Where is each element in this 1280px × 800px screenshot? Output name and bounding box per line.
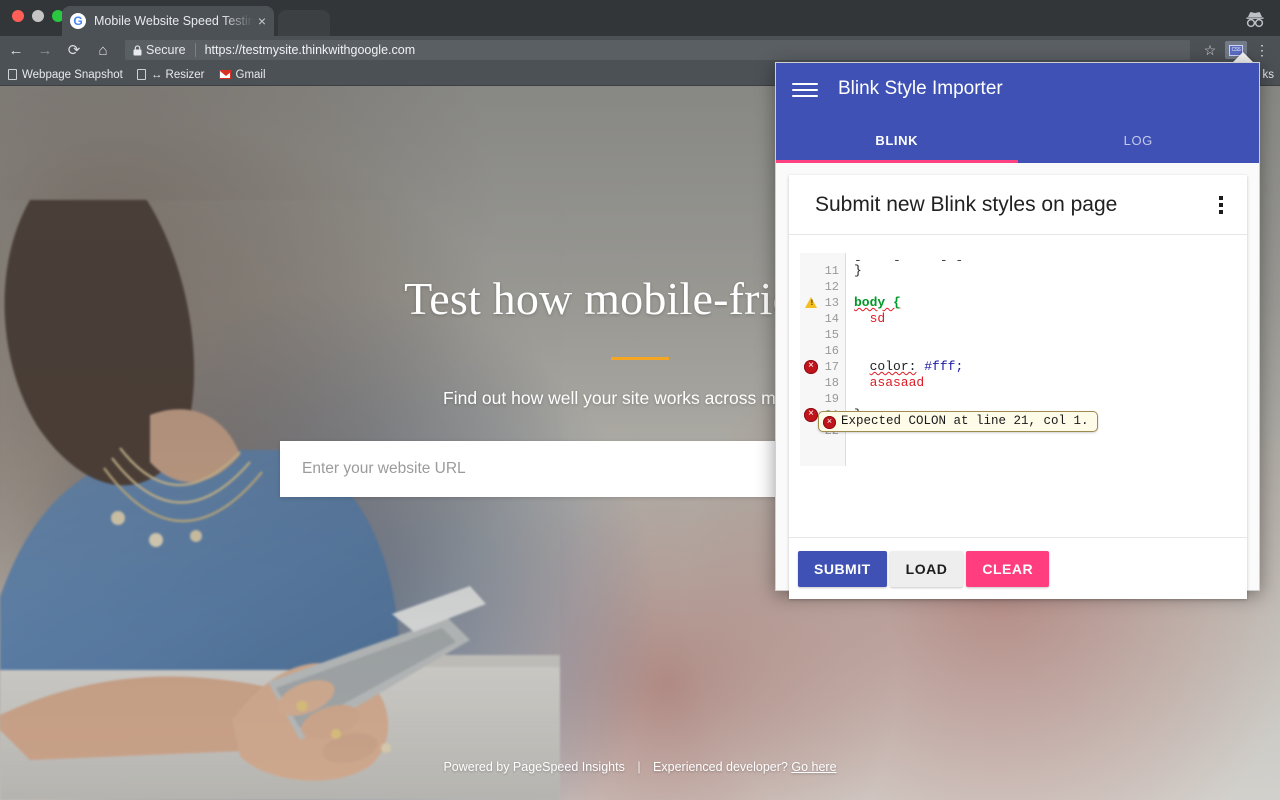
close-icon[interactable]: × (258, 14, 266, 28)
code-content (846, 327, 1236, 343)
css-property: color: (869, 359, 917, 374)
line-number: 14 (824, 312, 839, 326)
footer-separator: | (637, 760, 641, 774)
line-number: 13 (824, 296, 839, 310)
reload-button[interactable]: ⟳ (61, 37, 87, 63)
document-icon (8, 69, 17, 80)
extension-popup: Blink Style Importer BLINK LOG Submit ne… (775, 62, 1260, 599)
url-text: https://testmysite.thinkwithgoogle.com (204, 43, 416, 57)
line-number: 11 (824, 264, 839, 278)
code-content: body { (854, 295, 901, 310)
bookmark-label: Gmail (235, 68, 266, 81)
tab-strip: G Mobile Website Speed Testing × (0, 0, 1280, 36)
line-number: 16 (824, 344, 839, 358)
google-g-icon: G (70, 13, 86, 29)
code-line: × 17 color: #fff; (800, 359, 1236, 375)
minimize-window-button[interactable] (32, 10, 44, 22)
bookmark-label: ↔ Resizer (150, 68, 205, 81)
code-content (846, 343, 1236, 359)
bookmark-item[interactable]: Webpage Snapshot (8, 69, 123, 81)
browser-window: G Mobile Website Speed Testing × ← → ⟳ ⌂ (0, 0, 1280, 800)
hamburger-icon[interactable] (792, 80, 818, 100)
code-content: color: #fff; (846, 359, 1236, 375)
code-line: 18 asasaad (800, 375, 1236, 391)
go-here-link[interactable]: Go here (791, 760, 836, 774)
line-number (800, 253, 846, 263)
home-button[interactable]: ⌂ (90, 37, 116, 63)
load-button[interactable]: LOAD (889, 550, 964, 587)
powered-by-label: Powered by PageSpeed Insights (443, 760, 625, 774)
css-value: #fff; (924, 359, 964, 374)
line-number: 18 (824, 376, 839, 390)
code-content: sd (854, 311, 886, 326)
tab-blink[interactable]: BLINK (776, 117, 1018, 163)
browser-toolbar: ← → ⟳ ⌂ Secure https://testmysite.thinkw… (0, 36, 1280, 64)
code-line: 13 body { (800, 295, 1236, 311)
gmail-icon (218, 70, 232, 79)
code-line: 11 } (800, 263, 1236, 279)
line-number: 19 (824, 392, 839, 406)
card-title: Submit new Blink styles on page (815, 192, 1118, 216)
code-content: asasaad (854, 375, 925, 390)
bookmarks-overflow-label[interactable]: ks (1263, 69, 1275, 81)
code-line: 12 (800, 279, 1236, 295)
bookmark-item[interactable]: Gmail (218, 68, 266, 81)
code-content (846, 391, 1236, 407)
card-action-bar: SUBMIT LOAD CLEAR (789, 537, 1247, 599)
window-controls (12, 10, 64, 22)
secure-label: Secure (146, 43, 186, 57)
code-content: - - - - (854, 253, 964, 263)
developer-prompt-label: Experienced developer? (653, 760, 788, 774)
code-content: } (854, 263, 862, 278)
error-tooltip: × Expected COLON at line 21, col 1. (818, 411, 1098, 432)
close-window-button[interactable] (12, 10, 24, 22)
clear-button[interactable]: CLEAR (966, 550, 1050, 587)
bookmark-label: Webpage Snapshot (22, 68, 123, 81)
code-line: 19 (800, 391, 1236, 407)
new-tab-button[interactable] (278, 10, 330, 36)
line-number: 12 (824, 280, 839, 294)
bookmark-star-icon[interactable]: ☆ (1198, 39, 1222, 61)
popup-app-bar: Blink Style Importer BLINK LOG (776, 63, 1259, 163)
error-message: Expected COLON at line 21, col 1. (841, 414, 1089, 428)
security-indicator[interactable]: Secure (133, 43, 186, 57)
back-button[interactable]: ← (3, 37, 29, 63)
card-header: Submit new Blink styles on page (789, 175, 1247, 235)
browser-tab[interactable]: G Mobile Website Speed Testing × (62, 6, 274, 36)
line-number: 17 (824, 360, 839, 374)
page-footer: Powered by PageSpeed Insights | Experien… (0, 760, 1280, 774)
code-line: 15 (800, 327, 1236, 343)
document-icon (136, 69, 146, 80)
bookmark-item[interactable]: ↔ Resizer (136, 68, 205, 81)
tab-title: Mobile Website Speed Testing (94, 14, 254, 28)
tab-log[interactable]: LOG (1018, 117, 1260, 163)
popup-title: Blink Style Importer (838, 78, 1003, 99)
popup-tabs: BLINK LOG (776, 117, 1259, 163)
incognito-icon (1240, 6, 1270, 32)
code-content (846, 279, 1236, 295)
address-bar[interactable]: Secure https://testmysite.thinkwithgoogl… (125, 40, 1190, 60)
css-code-editor[interactable]: - - - - 11 } 12 13 body { 14 (800, 253, 1236, 466)
code-line-clipped: - - - - (800, 253, 1236, 263)
submit-styles-card: Submit new Blink styles on page - - - - … (789, 175, 1247, 599)
code-line: 14 sd (800, 311, 1236, 327)
line-number: 15 (824, 328, 839, 342)
forward-button[interactable]: → (32, 37, 58, 63)
code-line: 16 (800, 343, 1236, 359)
lock-icon (133, 44, 142, 55)
active-tab-indicator (776, 160, 1018, 163)
kebab-menu-icon[interactable] (1203, 185, 1239, 225)
omnibox-divider (194, 43, 196, 57)
error-icon: × (823, 416, 836, 429)
submit-button[interactable]: SUBMIT (798, 550, 887, 587)
website-url-input[interactable]: Enter your website URL (302, 460, 466, 478)
title-divider (611, 357, 669, 360)
